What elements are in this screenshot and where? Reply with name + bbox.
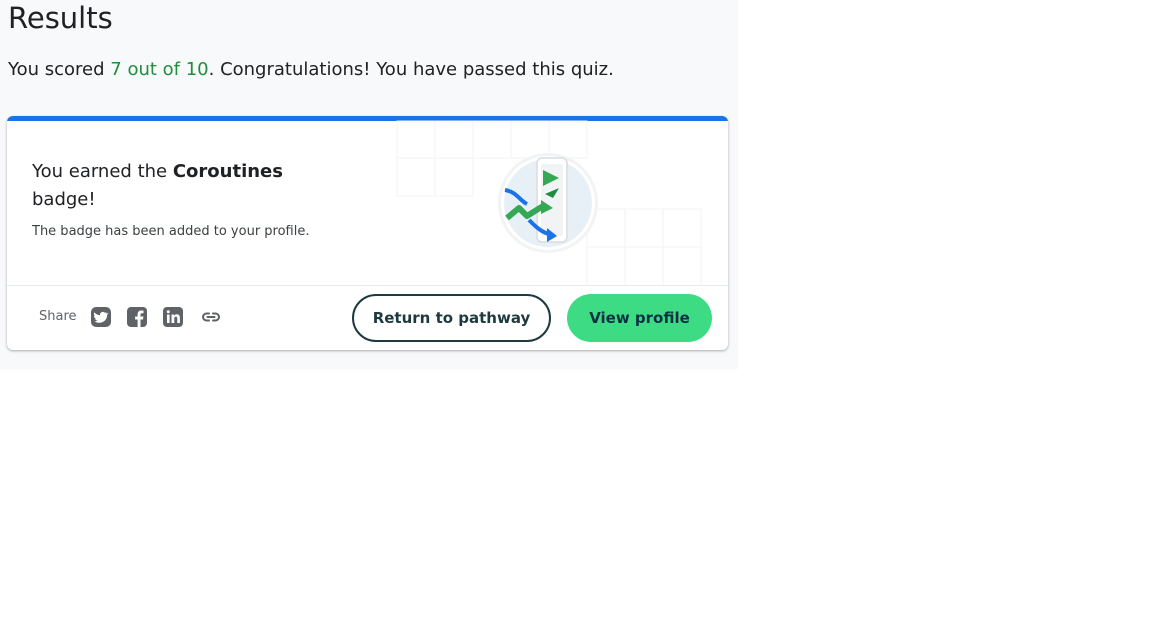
- badge-card: You earned the Coroutines badge! The bad…: [7, 116, 728, 350]
- score-suffix: . Congratulations! You have passed this …: [208, 59, 614, 80]
- score-message: You scored 7 out of 10. Congratulations!…: [8, 58, 614, 82]
- badge-added-text: The badge has been added to your profile…: [32, 224, 310, 239]
- link-icon[interactable]: [200, 306, 222, 328]
- return-to-pathway-button[interactable]: Return to pathway: [352, 294, 551, 342]
- facebook-icon[interactable]: [126, 306, 148, 328]
- badge-name: Coroutines: [172, 161, 283, 182]
- page-title: Results: [8, 1, 113, 35]
- score-value: 7 out of 10: [110, 59, 209, 80]
- linkedin-icon[interactable]: [162, 306, 184, 328]
- earned-suffix: badge!: [32, 189, 96, 210]
- twitter-icon[interactable]: [90, 306, 112, 328]
- earned-prefix: You earned the: [32, 161, 173, 182]
- badge-earned-heading: You earned the Coroutines badge!: [32, 158, 322, 214]
- coroutines-badge-icon: [498, 153, 598, 253]
- card-divider: [7, 285, 728, 286]
- score-prefix: You scored: [8, 59, 111, 80]
- results-panel: Results You scored 7 out of 10. Congratu…: [0, 0, 738, 369]
- share-label: Share: [39, 309, 77, 324]
- view-profile-button[interactable]: View profile: [567, 294, 712, 342]
